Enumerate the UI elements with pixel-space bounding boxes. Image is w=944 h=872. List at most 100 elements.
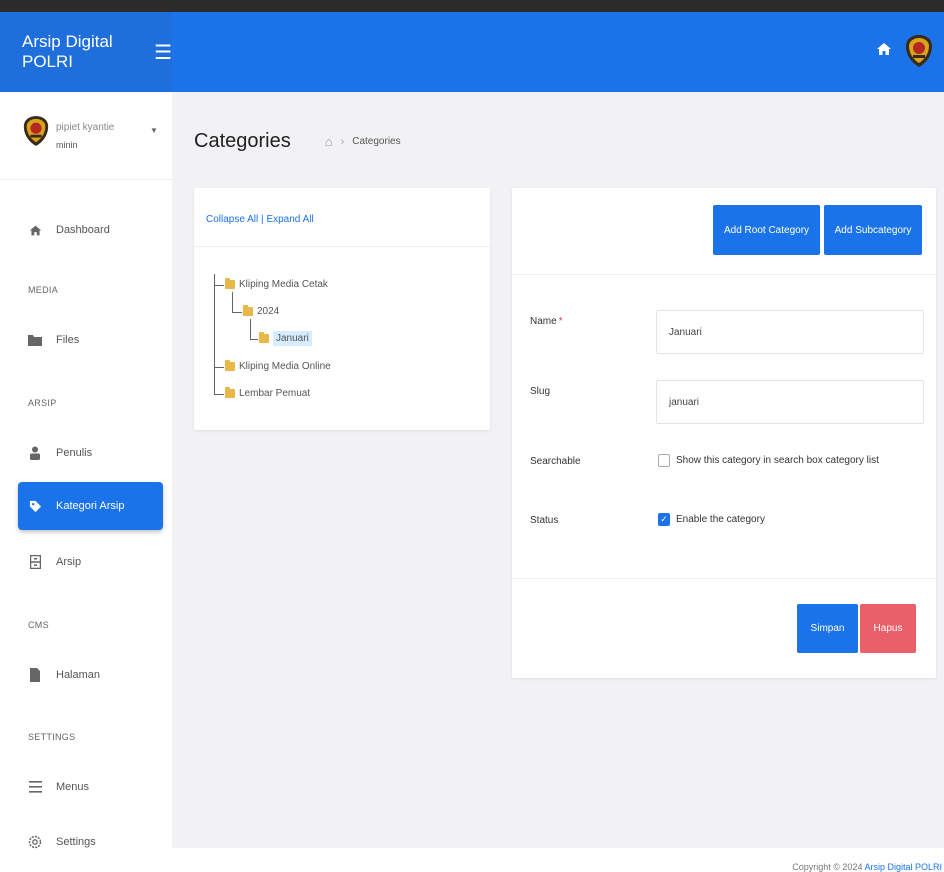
delete-button[interactable]: Hapus [860, 604, 916, 653]
user-avatar-icon [22, 114, 50, 148]
tree-connector [232, 292, 233, 312]
person-icon [28, 446, 42, 460]
breadcrumb-home-icon[interactable]: ⌂ [325, 134, 333, 149]
list-icon [28, 780, 42, 794]
tree-connector [214, 394, 224, 395]
tree-connector [250, 319, 251, 339]
tree-connector [214, 285, 224, 286]
home-icon [28, 223, 42, 237]
sidebar-item-settings[interactable]: Settings [18, 818, 163, 866]
slug-field[interactable] [656, 380, 924, 424]
folder-icon [259, 332, 269, 343]
tree-node-lembar-pemuat[interactable]: Lembar Pemuat [225, 387, 311, 399]
sidebar-item-label: Penulis [56, 447, 93, 459]
collapse-all-link[interactable]: Collapse All [206, 214, 258, 225]
sidebar-item-files[interactable]: Files [18, 316, 163, 364]
add-subcategory-button[interactable]: Add Subcategory [824, 205, 922, 255]
tree-controls-separator: | [261, 214, 264, 225]
searchable-label: Searchable [530, 456, 581, 467]
section-settings: SETTINGS [28, 732, 76, 742]
folder-icon [243, 305, 253, 316]
section-cms: CMS [28, 620, 49, 630]
page-icon [28, 668, 42, 682]
sidebar-item-penulis[interactable]: Penulis [18, 429, 163, 477]
section-media: MEDIA [28, 285, 59, 295]
sidebar-item-label: Dashboard [56, 224, 110, 236]
status-checkbox[interactable]: ✓ [658, 513, 670, 526]
sidebar-item-label: Menus [56, 781, 90, 793]
sidebar: pipiet kyantie minin ▼ Dashboard MEDIA F… [0, 92, 172, 872]
breadcrumb-separator-icon: › [340, 135, 345, 148]
status-text: Enable the category [676, 514, 765, 525]
slug-label: Slug [530, 386, 551, 397]
hamburger-icon[interactable]: ☰ [154, 40, 172, 65]
tree-node-label: Januari [273, 331, 312, 346]
sidebar-item-halaman[interactable]: Halaman [18, 651, 163, 699]
searchable-text: Show this category in search box categor… [676, 455, 879, 466]
breadcrumb-current: Categories [352, 136, 401, 147]
user-role: minin [56, 140, 78, 150]
gear-icon [28, 835, 42, 849]
page-header: Categories ⌂ › Categories [194, 130, 401, 153]
searchable-checkbox[interactable] [658, 454, 670, 467]
name-label: Name * [530, 316, 563, 327]
tree-node-label: Kliping Media Cetak [239, 279, 328, 290]
expand-all-link[interactable]: Expand All [266, 214, 313, 225]
category-form-card: Add Root Category Add Subcategory Name * … [512, 188, 936, 678]
app-title[interactable]: Arsip Digital POLRI [22, 32, 144, 72]
name-field[interactable] [656, 310, 924, 354]
tree-node-label: 2024 [257, 306, 280, 317]
caret-down-icon[interactable]: ▼ [150, 126, 158, 135]
user-panel[interactable]: pipiet kyantie minin ▼ [0, 92, 172, 180]
footer: Copyright © 2024 Arsip Digital POLRI [172, 848, 944, 872]
archive-icon [28, 555, 42, 569]
tree-node-kliping-media-cetak[interactable]: Kliping Media Cetak [225, 278, 328, 290]
tree-node-2024[interactable]: 2024 [243, 305, 280, 317]
section-arsip: ARSIP [28, 398, 57, 408]
window-top-strip [0, 0, 944, 12]
sidebar-item-dashboard[interactable]: Dashboard [18, 206, 163, 254]
sidebar-item-menus[interactable]: Menus [18, 763, 163, 811]
save-button[interactable]: Simpan [797, 604, 858, 653]
status-label: Status [530, 515, 559, 526]
home-icon[interactable] [876, 41, 892, 62]
police-emblem-avatar-icon[interactable] [904, 34, 934, 68]
tree-node-januari[interactable]: Januari [259, 331, 312, 346]
folder-icon [225, 387, 235, 398]
searchable-option: Show this category in search box categor… [658, 454, 879, 467]
tag-icon [28, 499, 42, 513]
add-root-category-button[interactable]: Add Root Category [713, 205, 820, 255]
top-navbar: Arsip Digital POLRI ☰ [0, 12, 944, 92]
footer-brand-link[interactable]: Arsip Digital POLRI [864, 862, 942, 872]
tree-controls: Collapse All | Expand All [206, 214, 314, 225]
sidebar-item-kategori-arsip[interactable]: Kategori Arsip [18, 482, 163, 530]
name-label-text: Name [530, 316, 557, 327]
sidebar-item-label: Halaman [56, 669, 101, 681]
tree-node-label: Kliping Media Online [239, 361, 331, 372]
copyright-text: Copyright © 2024 [792, 862, 863, 872]
user-name: pipiet kyantie [56, 122, 115, 133]
tree-connector [250, 339, 258, 340]
tree-connector [214, 367, 224, 368]
divider [512, 274, 936, 275]
sidebar-item-label: Files [56, 334, 80, 346]
divider [512, 578, 936, 579]
tree-node-kliping-media-online[interactable]: Kliping Media Online [225, 360, 331, 372]
sidebar-item-arsip[interactable]: Arsip [18, 538, 163, 586]
page-title: Categories [194, 130, 291, 152]
category-tree-card: Collapse All | Expand All Kliping Media … [194, 188, 490, 430]
status-option: ✓ Enable the category [658, 513, 765, 526]
required-marker: * [558, 316, 563, 327]
footer-copyright: Copyright © 2024 Arsip Digital POLRI [792, 862, 942, 872]
sidebar-item-label: Settings [56, 836, 96, 848]
sidebar-item-label: Arsip [56, 556, 82, 568]
folder-icon [28, 333, 42, 347]
brand-area: Arsip Digital POLRI ☰ [0, 12, 172, 92]
divider [194, 246, 490, 247]
tree-connector [232, 312, 242, 313]
tree-node-label: Lembar Pemuat [239, 388, 311, 399]
navbar-right [876, 34, 934, 68]
folder-icon [225, 278, 235, 289]
folder-icon [225, 360, 235, 371]
sidebar-item-label: Kategori Arsip [56, 500, 125, 512]
